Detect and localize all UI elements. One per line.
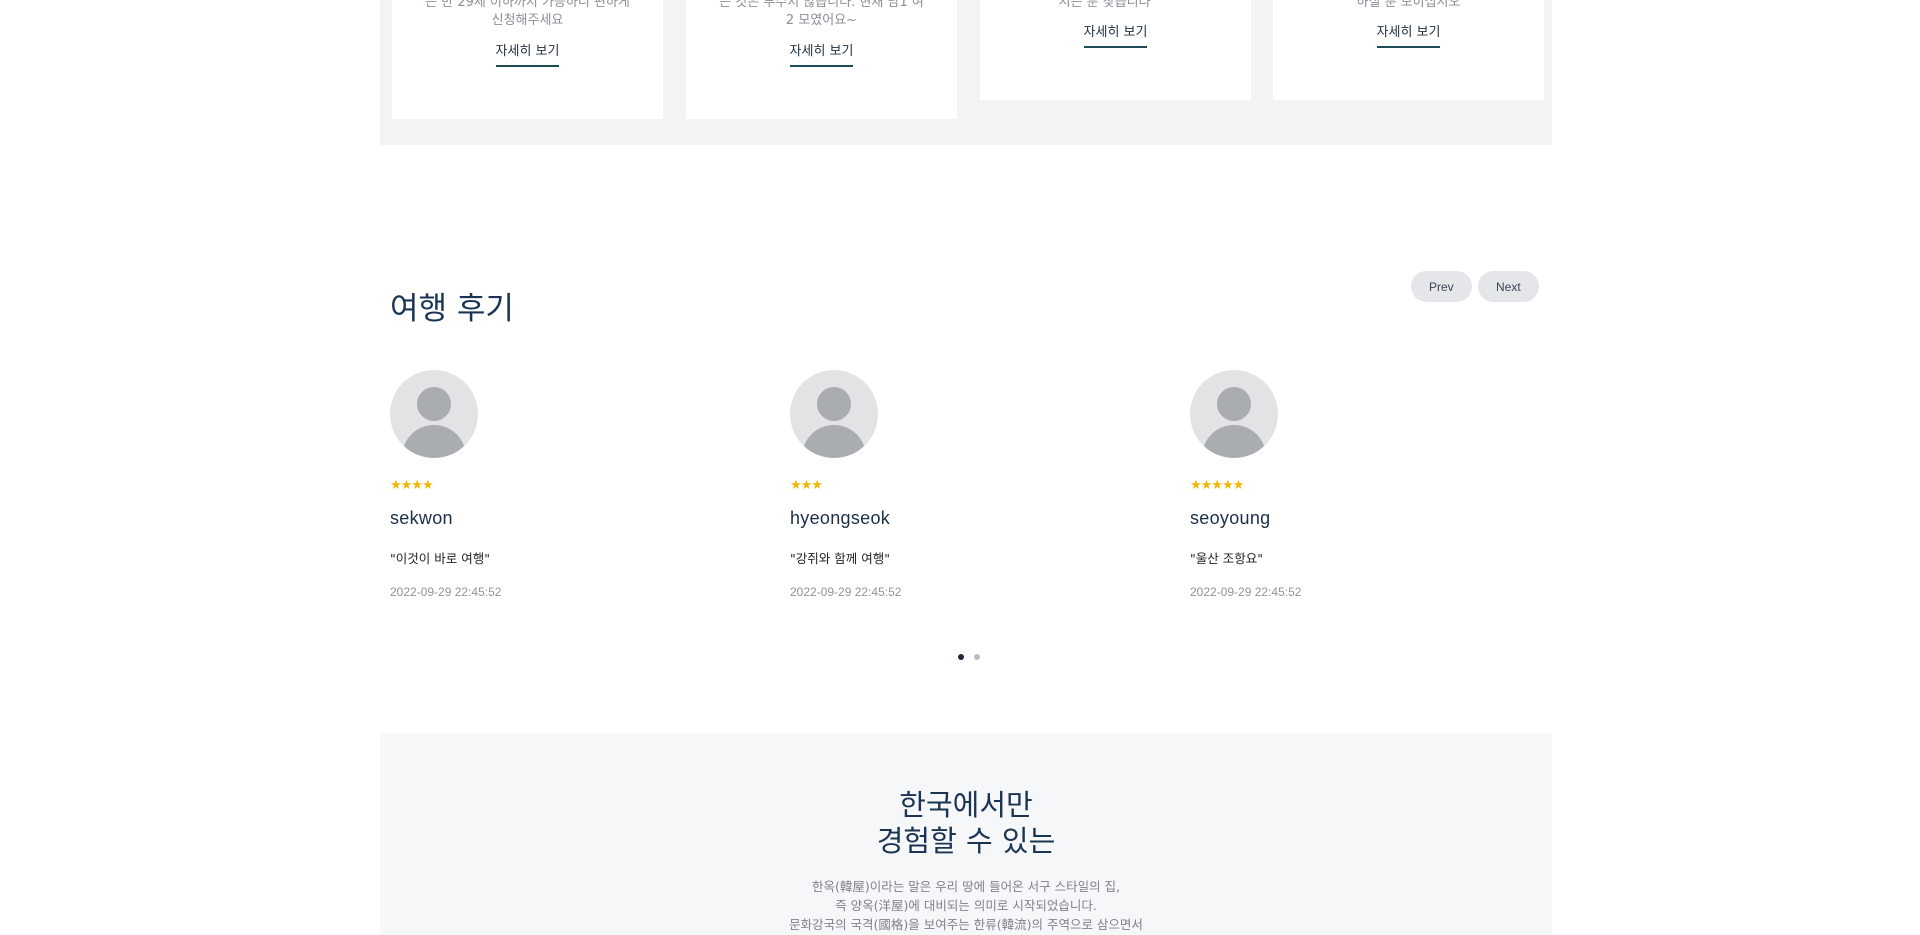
card-desc-line: 든 것은 부수지 않습니다. 현재 남1 여 xyxy=(719,0,924,10)
review-card: ★★★ hyeongseok "강쥐와 함께 여행" 2022-09-29 22… xyxy=(790,370,1150,599)
pagination-dot[interactable] xyxy=(974,654,980,660)
avatar-icon xyxy=(1190,370,1278,458)
card-desc-line: 신청해주세요 xyxy=(491,13,564,28)
trip-card: 하실 분 모이십시오 자세히 보기 xyxy=(1273,0,1544,100)
rating-stars-icon: ★★★★ xyxy=(390,478,434,493)
korea-title-line: 한국에서만 xyxy=(899,788,1033,822)
review-card: ★★★★ sekwon "이것이 바로 여행" 2022-09-29 22:45… xyxy=(390,370,750,599)
korea-desc-line: 한옥(韓屋)이라는 말은 우리 땅에 들어온 서구 스타일의 집, xyxy=(811,879,1121,894)
korea-desc-line: 즉 양옥(洋屋)에 대비되는 의미로 시작되었습니다. xyxy=(835,898,1097,913)
review-quote: "울산 조항요" xyxy=(1190,551,1263,566)
review-date: 2022-09-29 22:45:52 xyxy=(1190,585,1302,599)
card-desc-line: 는 만 29세 이하까지 가능하니 편하게 xyxy=(425,0,630,10)
reviews-title: 여행 후기 xyxy=(390,291,514,327)
review-quote: "이것이 바로 여행" xyxy=(390,551,490,566)
card-description: 든 것은 부수지 않습니다. 현재 남1 여 2 모였어요~ xyxy=(707,0,937,30)
trip-card: 든 것은 부수지 않습니다. 현재 남1 여 2 모였어요~ 자세히 보기 xyxy=(686,0,957,119)
reviewer-name: sekwon xyxy=(390,508,453,528)
reviewer-name: seoyoung xyxy=(1190,508,1271,528)
korea-experience-section: 한국에서만 경험할 수 있는 한옥(韓屋)이라는 말은 우리 땅에 들어온 서구… xyxy=(380,733,1552,935)
avatar-icon xyxy=(790,370,878,458)
review-card: ★★★★★ seoyoung "울산 조항요" 2022-09-29 22:45… xyxy=(1190,370,1550,599)
next-button[interactable]: Next xyxy=(1478,271,1539,302)
pagination-dot-active[interactable] xyxy=(958,654,964,660)
rating-stars-icon: ★★★ xyxy=(790,478,823,493)
card-description: 시는 분 찾습니다^^ xyxy=(1001,0,1231,12)
card-desc-line: 하실 분 모이십시오 xyxy=(1356,0,1461,10)
rating-stars-icon: ★★★★★ xyxy=(1190,478,1244,493)
korea-title-line: 경험할 수 있는 xyxy=(876,824,1056,858)
details-link[interactable]: 자세히 보기 xyxy=(1376,21,1441,48)
korea-desc-line: 문화강국의 국격(國格)을 보여주는 한류(韓流)의 주역으로 삼으면서 xyxy=(789,917,1143,932)
review-quote: "강쥐와 함께 여행" xyxy=(790,551,890,566)
card-desc-line: 2 모였어요~ xyxy=(785,13,858,28)
prev-button[interactable]: Prev xyxy=(1411,271,1472,302)
details-link[interactable]: 자세히 보기 xyxy=(1083,21,1148,48)
korea-section-title: 한국에서만 경험할 수 있는 xyxy=(380,733,1552,859)
review-date: 2022-09-29 22:45:52 xyxy=(790,585,902,599)
details-link[interactable]: 자세히 보기 xyxy=(495,40,560,67)
korea-section-description: 한옥(韓屋)이라는 말은 우리 땅에 들어온 서구 스타일의 집, 즉 양옥(洋… xyxy=(380,877,1552,934)
trip-card: 시는 분 찾습니다^^ 자세히 보기 xyxy=(980,0,1251,100)
review-date: 2022-09-29 22:45:52 xyxy=(390,585,502,599)
reviewer-name: hyeongseok xyxy=(790,508,891,528)
card-description: 는 만 29세 이하까지 가능하니 편하게 신청해주세요 xyxy=(413,0,643,30)
details-link[interactable]: 자세히 보기 xyxy=(789,40,854,67)
card-description: 하실 분 모이십시오 xyxy=(1294,0,1524,12)
trip-card: 는 만 29세 이하까지 가능하니 편하게 신청해주세요 자세히 보기 xyxy=(392,0,663,119)
avatar-icon xyxy=(390,370,478,458)
card-desc-line: 시는 분 찾습니다^^ xyxy=(1058,0,1173,10)
cards-section: 는 만 29세 이하까지 가능하니 편하게 신청해주세요 자세히 보기 든 것은… xyxy=(380,0,1552,145)
